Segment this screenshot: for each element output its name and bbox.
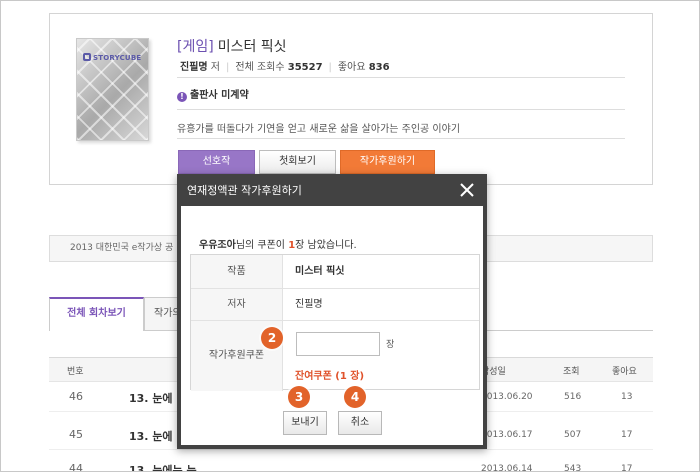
episode-likes: 17	[621, 430, 633, 440]
episode-number: 44	[69, 462, 83, 472]
coupon-cell: 장 잔여쿠폰 (1 장)	[282, 321, 479, 391]
header-no: 번호	[67, 367, 84, 377]
episode-title[interactable]: 13. 눈에	[129, 390, 173, 406]
episode-title[interactable]: 13. 눈에는 눈	[129, 462, 197, 471]
coupon-unit: 장	[386, 340, 395, 350]
book-synopsis: 유흥가를 떠돌다가 기연을 얻고 새로운 삶을 살아가는 주인공 이야기	[177, 124, 461, 135]
coupon-quantity-input[interactable]	[296, 332, 380, 356]
genre-label: [게임]	[177, 39, 214, 55]
views-label: 전체 조회수	[235, 62, 285, 73]
episode-number: 46	[69, 390, 83, 403]
cancel-button[interactable]: 취소	[338, 411, 382, 435]
cover-brand-logo: STORYCUBE	[83, 53, 141, 62]
book-title-row: [게임] 미스터 픽싯	[177, 36, 287, 56]
author-support-button[interactable]: 작가후원하기	[340, 150, 435, 174]
header-views: 조회	[563, 367, 580, 377]
user-name: 우유조아	[199, 240, 236, 251]
divider	[177, 109, 625, 110]
divider	[177, 77, 625, 78]
episode-date: 2013.06.20	[481, 392, 533, 402]
remaining-coupons: 잔여쿠폰 (1 장)	[295, 371, 365, 382]
support-modal: 연재정액관 작가후원하기 우유조아님의 쿠폰이 1장 남았습니다. 작품 미스터…	[177, 174, 487, 449]
author-value: 진필명	[282, 289, 479, 321]
info-icon: !	[177, 92, 187, 102]
step-badge-3: 3	[288, 386, 310, 408]
episode-views: 516	[564, 392, 582, 402]
likes-count: 836	[368, 62, 390, 73]
step-badge-2: 2	[261, 327, 283, 349]
work-value: 미스터 픽싯	[282, 255, 479, 289]
table-row[interactable]: 44 13. 눈에는 눈 2013.06.14 543 17	[49, 456, 653, 472]
episode-views: 507	[564, 430, 582, 440]
episode-title[interactable]: 13. 눈에	[129, 428, 173, 444]
episode-views: 543	[564, 464, 582, 472]
likes-label: 좋아요	[337, 62, 366, 73]
page-frame: STORYCUBE [게임] 미스터 픽싯 진필명 저 | 전체 조회수 35527 |…	[0, 0, 700, 472]
coupon-notice: 우유조아님의 쿠폰이 1장 남았습니다.	[199, 240, 357, 251]
episode-likes: 17	[621, 464, 633, 472]
book-title: 미스터 픽싯	[217, 39, 287, 55]
book-cover-image: STORYCUBE	[76, 38, 149, 141]
episode-date: 2013.06.17	[481, 430, 533, 440]
book-info-card: STORYCUBE [게임] 미스터 픽싯 진필명 저 | 전체 조회수 35527 |…	[49, 13, 653, 185]
close-icon[interactable]	[459, 182, 475, 198]
first-episode-button[interactable]: 첫회보기	[259, 150, 336, 174]
episode-number: 45	[69, 428, 83, 441]
work-label: 작품	[191, 255, 282, 289]
modal-title: 연재정액관 작가후원하기	[187, 184, 302, 197]
send-button[interactable]: 보내기	[283, 411, 327, 435]
author-name: 진필명	[180, 62, 208, 73]
modal-header: 연재정액관 작가후원하기	[181, 178, 483, 206]
step-badge-4: 4	[344, 386, 366, 408]
publisher-notice: ! 출판사 미계약	[177, 86, 249, 102]
episode-likes: 13	[621, 392, 633, 402]
book-meta: 진필명 저 | 전체 조회수 35527 | 좋아요 836	[180, 62, 390, 73]
header-likes: 좋아요	[612, 367, 637, 377]
support-form-table: 작품 미스터 픽싯 저자 진필명 작가후원쿠폰 장 잔여쿠폰 (1 장)	[190, 254, 480, 391]
author-suffix: 저	[210, 62, 220, 73]
prefer-button[interactable]: 선호작	[178, 150, 255, 174]
views-count: 35527	[287, 62, 323, 73]
author-label: 저자	[191, 289, 282, 321]
episode-date: 2013.06.14	[481, 464, 533, 472]
tab-all-episodes[interactable]: 전체 회차보기	[49, 297, 144, 331]
divider	[177, 138, 625, 139]
